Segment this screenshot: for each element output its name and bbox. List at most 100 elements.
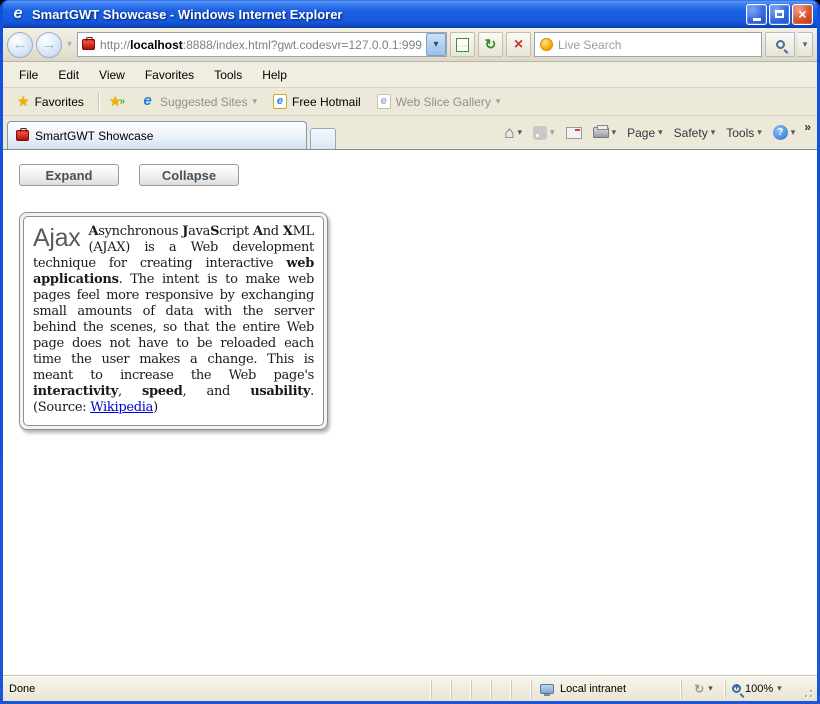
chevron-down-icon: ▾	[711, 127, 716, 138]
suggested-sites-button[interactable]: e Suggested Sites ▾	[135, 91, 262, 112]
zoom-control[interactable]: 100% ▾	[725, 680, 801, 698]
status-pane	[431, 680, 451, 698]
resize-grip[interactable]	[801, 676, 815, 701]
menu-edit[interactable]: Edit	[48, 64, 89, 86]
smartgwt-favicon-icon	[82, 39, 95, 50]
read-mail-button[interactable]	[564, 125, 584, 141]
chevron-down-icon: ▾	[612, 127, 617, 138]
url-path: :8888/index.html?gwt.codesvr=127.0.0.1:9…	[183, 38, 422, 52]
ie-page-icon: e	[140, 94, 155, 109]
window-title: SmartGWT Showcase - Windows Internet Exp…	[32, 7, 746, 22]
help-icon: ?	[773, 125, 788, 140]
collapse-button[interactable]: Collapse	[139, 164, 239, 186]
ie-page-icon: e	[377, 94, 391, 109]
feeds-button[interactable]: ▾	[531, 124, 557, 142]
page-menu-button[interactable]: Page ▾	[625, 124, 665, 142]
ie-page-icon: e	[273, 94, 287, 109]
tab-bar: SmartGWT Showcase ⌂ ▾ ▾ ▾ Page ▾	[3, 116, 817, 150]
tab-smartgwt-showcase[interactable]: SmartGWT Showcase	[7, 121, 307, 149]
search-input[interactable]: Live Search	[534, 32, 762, 57]
tools-menu-label: Tools	[726, 126, 754, 140]
add-to-favorites-bar-button[interactable]: ★ »	[105, 91, 129, 112]
wikipedia-link[interactable]: Wikipedia	[90, 400, 153, 415]
search-button[interactable]	[765, 32, 795, 57]
text-segment: S	[210, 224, 219, 239]
refresh-button[interactable]: ↻	[478, 32, 503, 57]
safety-menu-button[interactable]: Safety ▾	[672, 124, 718, 142]
address-bar-input[interactable]: http://localhost:8888/index.html?gwt.cod…	[77, 32, 447, 57]
security-report-button[interactable]: ↻ ▾	[681, 680, 725, 698]
command-bar: ⌂ ▾ ▾ ▾ Page ▾ Safety ▾ T	[336, 116, 813, 149]
home-button[interactable]: ⌂ ▾	[502, 123, 524, 143]
text-segment: cript	[219, 224, 253, 239]
free-hotmail-label: Free Hotmail	[292, 95, 361, 109]
chevron-down-icon: ▾	[658, 127, 663, 138]
text-segment: synchronous	[98, 224, 182, 239]
menu-view[interactable]: View	[89, 64, 135, 86]
url-text: http://localhost:8888/index.html?gwt.cod…	[100, 38, 426, 52]
status-pane	[511, 680, 531, 698]
status-pane	[471, 680, 491, 698]
star-icon: ★	[17, 93, 30, 110]
new-tab-button[interactable]	[310, 128, 336, 149]
free-hotmail-button[interactable]: e Free Hotmail	[268, 91, 366, 112]
ajax-panel-inner: AjaxAsynchronous JavaScript And XML (AJA…	[23, 216, 324, 426]
minimize-button[interactable]	[746, 4, 767, 25]
address-dropdown-button[interactable]: ▾	[426, 33, 446, 56]
web-slice-gallery-label: Web Slice Gallery	[396, 95, 491, 109]
add-arrow-icon: »	[119, 96, 125, 107]
menu-tools[interactable]: Tools	[204, 64, 252, 86]
search-placeholder: Live Search	[558, 38, 621, 52]
help-button[interactable]: ? ▾	[771, 123, 798, 142]
close-button[interactable]: ×	[792, 4, 813, 25]
smartgwt-favicon-icon	[16, 130, 29, 141]
security-zone-indicator: Local intranet	[531, 680, 681, 698]
text-segment: . The intent is to make web pages feel m…	[33, 272, 314, 383]
toolbar-overflow-button[interactable]: »	[804, 120, 811, 134]
navigation-bar: ← → ▾ http://localhost:8888/index.html?g…	[3, 28, 817, 62]
chevron-down-icon: ▾	[550, 127, 555, 138]
menu-help[interactable]: Help	[252, 64, 297, 86]
text-segment: ava	[188, 224, 210, 239]
status-pane	[451, 680, 471, 698]
text-segment: , and	[183, 384, 251, 399]
zoom-level: 100%	[745, 683, 773, 695]
chevron-down-icon: ▾	[777, 683, 782, 694]
recent-pages-dropdown[interactable]: ▾	[65, 39, 74, 50]
search-options-dropdown[interactable]: ▾	[798, 32, 813, 57]
page-content: Expand Collapse AjaxAsynchronous JavaScr…	[3, 150, 817, 675]
stop-button[interactable]: ×	[506, 32, 531, 57]
maximize-button[interactable]	[769, 4, 790, 25]
button-row: Expand Collapse	[19, 164, 817, 186]
menu-file[interactable]: File	[9, 64, 48, 86]
live-search-logo-icon	[540, 38, 553, 51]
title-bar: e SmartGWT Showcase - Windows Internet E…	[3, 0, 817, 28]
favorites-button[interactable]: ★ Favorites	[9, 90, 92, 113]
compatibility-view-button[interactable]	[450, 32, 475, 57]
favorites-label: Favorites	[35, 95, 84, 109]
print-button[interactable]: ▾	[591, 125, 619, 140]
page-menu-label: Page	[627, 126, 655, 140]
home-icon: ⌂	[504, 125, 514, 141]
chevron-down-icon: ▾	[252, 96, 257, 107]
text-segment: A	[253, 224, 263, 239]
printer-icon	[593, 127, 609, 138]
security-report-icon: ↻	[694, 682, 704, 696]
window-controls: ×	[746, 4, 813, 25]
security-zone-label: Local intranet	[560, 683, 626, 695]
tools-menu-button[interactable]: Tools ▾	[724, 124, 764, 142]
expand-button[interactable]: Expand	[19, 164, 119, 186]
zoom-magnifier-icon	[732, 684, 741, 693]
chevron-down-icon: ▾	[757, 127, 762, 138]
text-segment: A	[88, 224, 98, 239]
rss-icon	[533, 126, 547, 140]
chevron-down-icon: ▾	[708, 683, 713, 694]
chevron-down-icon: ▾	[791, 127, 796, 138]
web-slice-gallery-button[interactable]: e Web Slice Gallery ▾	[372, 91, 506, 112]
forward-button[interactable]: →	[36, 32, 62, 58]
status-text: Done	[9, 680, 431, 698]
ajax-panel: AjaxAsynchronous JavaScript And XML (AJA…	[19, 212, 328, 430]
menu-favorites[interactable]: Favorites	[135, 64, 204, 86]
text-segment: speed	[142, 384, 183, 399]
back-button[interactable]: ←	[7, 32, 33, 58]
